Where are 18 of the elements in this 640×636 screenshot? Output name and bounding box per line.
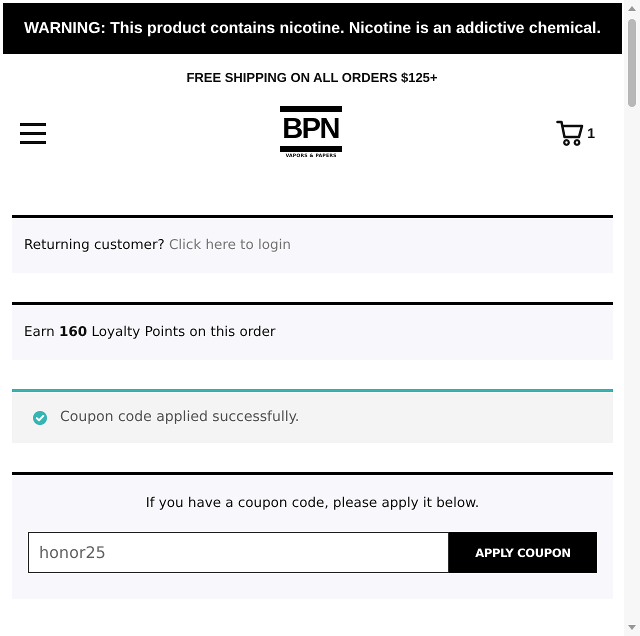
free-shipping-text: FREE SHIPPING ON ALL ORDERS $125+ bbox=[186, 70, 438, 84]
apply-coupon-button[interactable]: APPLY COUPON bbox=[449, 532, 597, 573]
cart-count: 1 bbox=[587, 125, 595, 141]
loyalty-points-text: Earn 160 Loyalty Points on this order bbox=[24, 323, 276, 342]
logo[interactable]: BPN bbox=[280, 106, 342, 152]
warning-banner: WARNING: This product contains nicotine. Nicotine is an addictive chemical. bbox=[3, 3, 622, 54]
scroll-up-icon[interactable] bbox=[628, 6, 636, 11]
scroll-down-icon[interactable] bbox=[628, 625, 636, 630]
menu-icon[interactable] bbox=[20, 122, 46, 144]
success-message: Coupon code applied successfully. bbox=[60, 408, 300, 427]
coupon-code-field[interactable]: honor25 bbox=[28, 532, 449, 573]
scrollbar-thumb[interactable] bbox=[628, 19, 636, 107]
check-circle-icon bbox=[33, 410, 47, 424]
returning-customer-text: Returning customer? Click here to login bbox=[24, 236, 292, 255]
login-link[interactable]: Click here to login bbox=[169, 237, 291, 253]
coupon-prompt: If you have a coupon code, please apply it below. bbox=[144, 494, 480, 513]
cart-icon[interactable] bbox=[556, 120, 584, 146]
scrollbar[interactable] bbox=[624, 0, 640, 636]
